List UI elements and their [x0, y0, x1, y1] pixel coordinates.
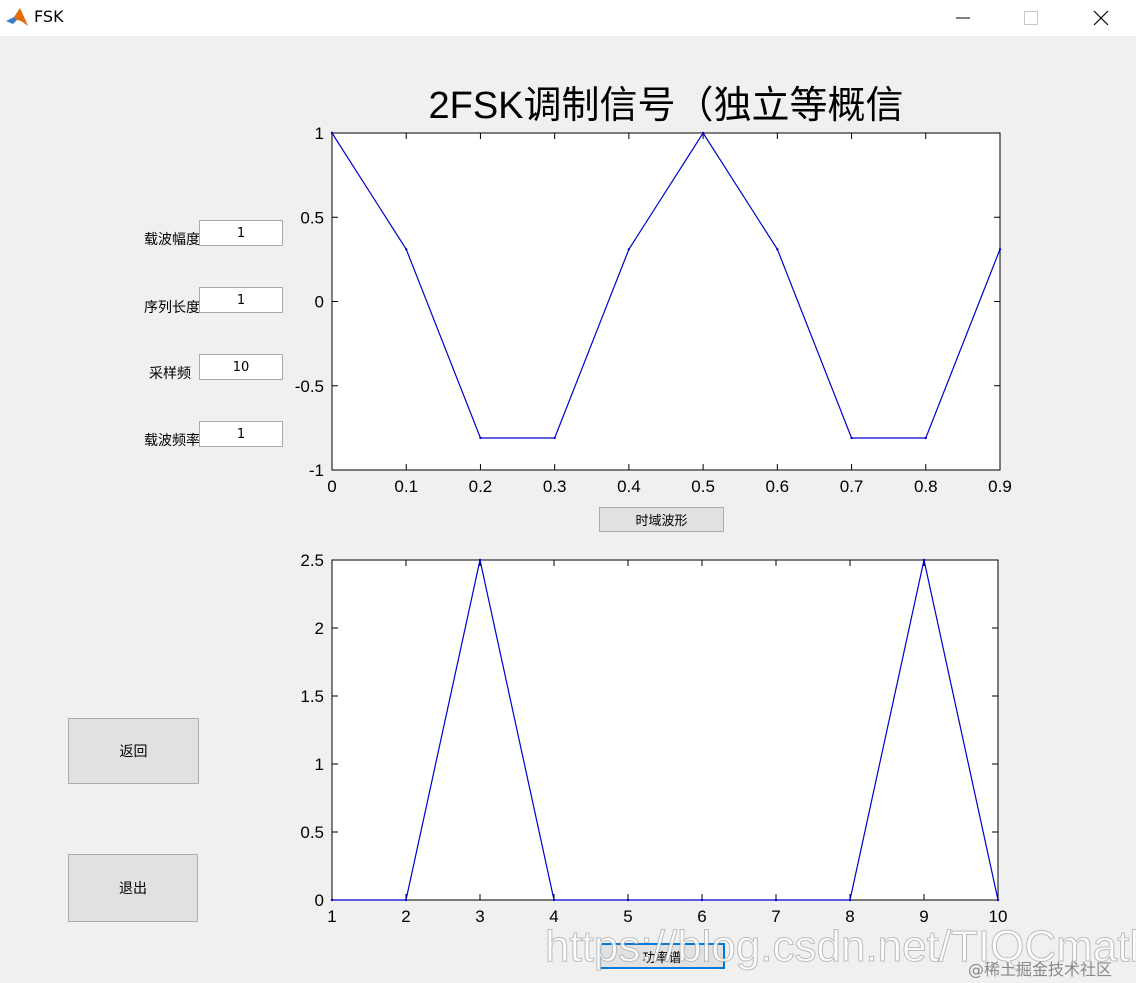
watermark-source: @稀土掘金技术社区: [968, 960, 1113, 979]
time-domain-ytick-label: -0.5: [295, 377, 324, 396]
spectrum-data-point: [404, 898, 408, 902]
spectrum-data-point: [700, 898, 704, 902]
time-domain-data-point: [701, 131, 705, 135]
spectrum-xtick-label: 3: [475, 907, 484, 926]
time-domain-ytick-label: -1: [309, 461, 324, 480]
time-domain-ytick-label: 0: [315, 293, 324, 312]
time-waveform-button[interactable]: 时域波形: [599, 507, 724, 532]
time-domain-xtick-label: 0: [327, 477, 336, 496]
time-domain-data-point: [627, 248, 631, 251]
time-domain-data-point: [330, 131, 334, 135]
time-domain-xtick-label: 0.6: [766, 477, 790, 496]
spectrum-xtick-label: 2: [401, 907, 410, 926]
time-domain-data-point: [850, 436, 853, 440]
time-domain-data-point: [776, 248, 779, 251]
time-domain-data-point: [998, 248, 1002, 251]
spectrum-data-point: [848, 898, 852, 902]
spectrum-data-point: [922, 558, 926, 562]
plots-canvas: 0 0.1 0.2 0.3 0.4 0.5 0.6 0.7 0.8 0.9-1-0.500.51 …: [295, 124, 1012, 926]
time-domain-data-point: [553, 436, 556, 440]
spectrum-data-point: [330, 898, 334, 902]
time-domain-xtick-label: 0.2: [469, 477, 493, 496]
spectrum-ytick-label: 0: [315, 891, 324, 910]
time-domain-xtick-label: 0.1: [394, 477, 418, 496]
time-domain-xtick-label: 0.4: [617, 477, 641, 496]
spectrum-ytick-label: 1.5: [300, 687, 324, 706]
spectrum-data-point: [774, 898, 778, 902]
spectrum-data-point: [626, 898, 630, 902]
time-domain-xtick-label: 0.7: [840, 477, 864, 496]
spectrum-data-point: [996, 898, 1000, 902]
spectrum-ytick-label: 0.5: [300, 823, 324, 842]
spectrum-data-point: [552, 898, 556, 902]
time-domain-xtick-label: 0.8: [914, 477, 938, 496]
time-domain-ytick-label: 1: [315, 124, 324, 143]
spectrum-plot-area: [331, 559, 999, 901]
time-domain-xtick-label: 0.9: [988, 477, 1012, 496]
time-domain-data-point: [479, 436, 482, 440]
time-domain-ytick-label: 0.5: [300, 208, 324, 227]
spectrum-ytick-label: 2.5: [300, 551, 324, 570]
time-domain-data-point: [924, 436, 927, 440]
spectrum-ytick-label: 1: [315, 755, 324, 774]
time-domain-data-point: [405, 248, 408, 251]
time-domain-xtick-label: 0.5: [691, 477, 715, 496]
time-domain-axes: 0 0.1 0.2 0.3 0.4 0.5 0.6 0.7 0.8 0.9 -1 -0.5 0 0.5 1: [295, 124, 1012, 496]
spectrum-axes: 1 2 3 4 5 6 7 8 9 1000.511.522.5: [300, 551, 1007, 926]
spectrum-xtick-label: 1: [327, 907, 336, 926]
spectrum-data-point: [478, 558, 482, 562]
time-domain-xtick-label: 0.3: [543, 477, 567, 496]
spectrum-ytick-label: 2: [315, 619, 324, 638]
time-domain-plot-area: [331, 132, 1001, 471]
